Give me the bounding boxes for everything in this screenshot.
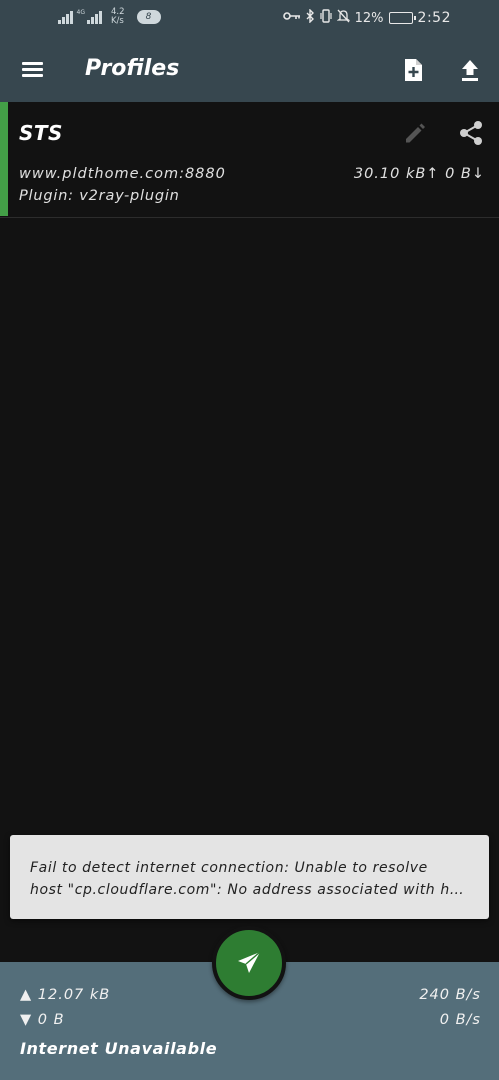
- snackbar-message-line-1: Fail to detect internet connection: Unab…: [30, 860, 428, 876]
- profile-traffic: 30.10 kB↑ 0 B↓: [353, 166, 485, 182]
- connect-fab-button[interactable]: [212, 926, 286, 1000]
- menu-icon: [22, 62, 43, 65]
- snackbar: Fail to detect internet connection: Unab…: [10, 835, 489, 919]
- signal-strength-4g-icon: 4G: [77, 10, 102, 24]
- tx-rate: 240 B/s: [419, 987, 481, 1003]
- profile-host: www.pldthome.com:8880: [19, 166, 226, 182]
- share-icon: [460, 121, 482, 145]
- profile-name: STS: [19, 121, 63, 145]
- snackbar-message-line-2: host "cp.cloudflare.com": No address ass…: [30, 882, 465, 898]
- selected-indicator: [0, 102, 8, 216]
- mute-icon: [335, 9, 351, 27]
- bluetooth-icon: [306, 8, 315, 27]
- battery-icon: [388, 12, 416, 24]
- battery-percent: 12%: [354, 10, 384, 26]
- pencil-icon: [406, 123, 425, 143]
- share-profile-button[interactable]: [457, 119, 485, 147]
- rx-rate: 0 B/s: [439, 1012, 481, 1028]
- vibrate-icon: [320, 9, 332, 27]
- edit-profile-button[interactable]: [402, 120, 428, 146]
- notification-count-badge: 8: [136, 10, 161, 24]
- menu-button[interactable]: [18, 58, 48, 82]
- clock: 2:52: [417, 10, 451, 26]
- new-profile-button[interactable]: [399, 56, 427, 84]
- status-bar-right: 12% 2:52: [282, 8, 451, 27]
- status-bar-left: 4G 4.2 K/s 8: [58, 8, 161, 26]
- tx-total: ▲ 12.07 kB: [20, 987, 111, 1003]
- signal-strength-icon: [58, 10, 73, 24]
- key-icon: [282, 11, 301, 25]
- status-bar: 4G 4.2 K/s 8 12% 2:52: [0, 0, 499, 38]
- profile-plugin: Plugin: v2ray-plugin: [19, 188, 180, 204]
- page-title: Profiles: [85, 56, 180, 81]
- profile-card[interactable]: STS www.pldthome.com:8880 30.10 kB↑ 0 B↓…: [0, 102, 499, 218]
- paper-plane-icon: [238, 951, 261, 973]
- rx-total: ▼ 0 B: [20, 1012, 65, 1028]
- new-profile-icon: [405, 59, 422, 81]
- network-speed: 4.2 K/s: [111, 8, 125, 26]
- upload-icon: [462, 60, 478, 81]
- upload-button[interactable]: [456, 56, 484, 84]
- app-bar: Profiles: [0, 38, 499, 102]
- connection-status: Internet Unavailable: [20, 1039, 218, 1058]
- network-speed-unit: K/s: [110, 16, 124, 26]
